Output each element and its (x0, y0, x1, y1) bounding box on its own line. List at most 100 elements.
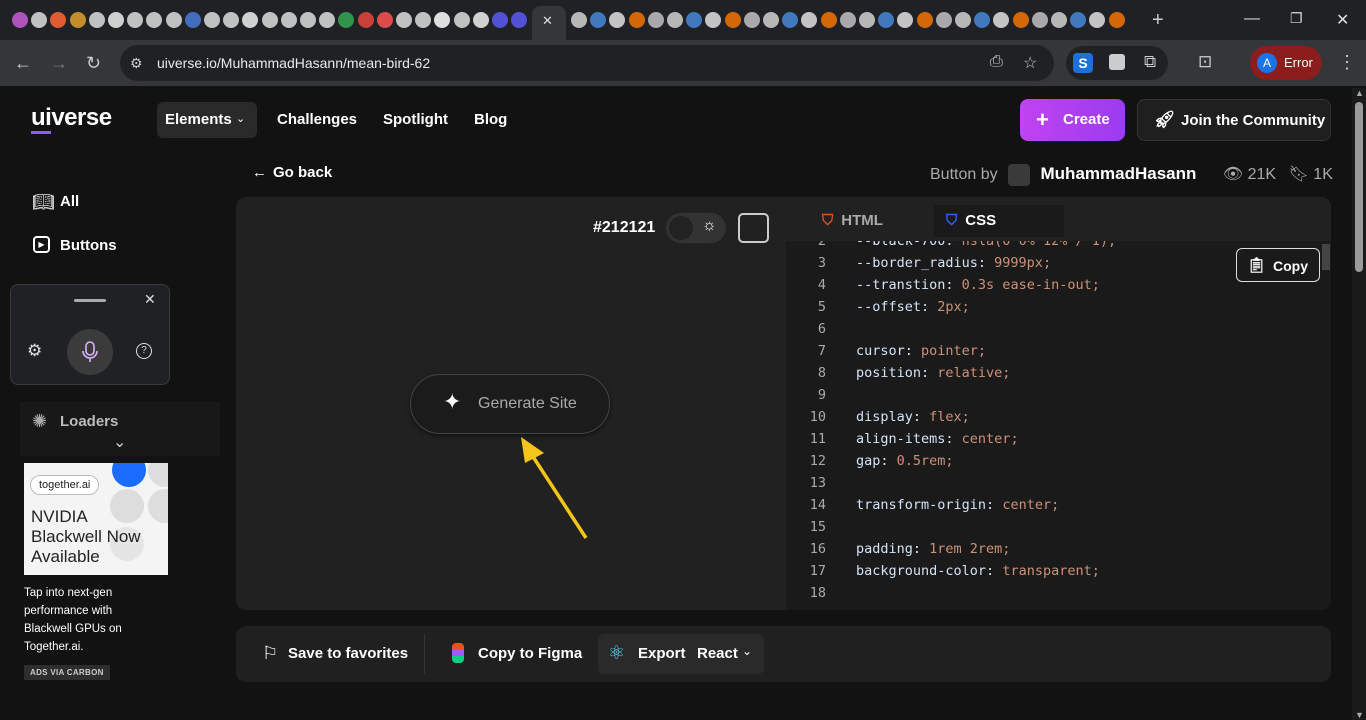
page-scrollbar[interactable]: ▲ ▼ (1352, 88, 1366, 720)
tab-favicon[interactable] (859, 12, 875, 28)
tab-favicon[interactable] (993, 12, 1010, 28)
nav-spotlight[interactable]: Spotlight (383, 111, 448, 128)
window-close-icon[interactable]: ✕ (1336, 10, 1349, 30)
tab-favicon[interactable] (571, 12, 587, 28)
tab-favicon[interactable] (184, 12, 201, 28)
tab-favicon[interactable] (820, 12, 837, 28)
tab-favicon[interactable] (686, 12, 703, 28)
tab-favicon[interactable] (801, 12, 818, 28)
ad-image[interactable]: together.ai NVIDIA Blackwell Now Availab… (24, 463, 168, 575)
help-icon[interactable]: ? (136, 343, 152, 359)
sidebar-expand-chevron-icon[interactable]: ⌄ (113, 432, 126, 452)
tab-favicon[interactable] (1108, 12, 1125, 28)
install-app-icon[interactable]: ⎙ (990, 53, 1003, 71)
tab-favicon[interactable] (724, 12, 741, 28)
forward-arrow-icon[interactable]: → (50, 54, 68, 72)
tab-favicon[interactable] (357, 12, 374, 28)
sidebar-item-buttons[interactable]: Buttons (60, 237, 117, 254)
tab-favicon[interactable] (108, 12, 124, 28)
tab-favicon[interactable] (667, 12, 683, 28)
drag-handle[interactable] (74, 299, 106, 302)
tab-favicon[interactable] (280, 12, 297, 28)
tab-favicon[interactable] (590, 12, 607, 28)
nav-blog[interactable]: Blog (474, 111, 507, 128)
sidebar-item-all[interactable]: All (60, 193, 79, 210)
tab-favicon[interactable] (69, 12, 86, 28)
tab-favicon[interactable] (12, 12, 28, 28)
tab-favicon[interactable] (878, 12, 895, 28)
url-text[interactable]: uiverse.io/MuhammadHasann/mean-bird-62 (157, 55, 430, 71)
minimize-icon[interactable]: — (1244, 10, 1260, 28)
tab-favicon[interactable] (743, 12, 760, 28)
back-arrow-icon[interactable]: ← (14, 54, 32, 72)
tab-favicon[interactable] (609, 12, 626, 28)
create-button[interactable]: + Create (1020, 99, 1125, 141)
tab-favicon[interactable] (492, 12, 508, 28)
reading-mode-icon[interactable]: ⊡ (1198, 52, 1212, 72)
framework-select[interactable]: React (697, 645, 738, 662)
tab-close-icon[interactable]: ✕ (542, 13, 553, 29)
tab-favicon[interactable] (1051, 12, 1067, 28)
tab-favicon[interactable] (782, 12, 799, 28)
author-name[interactable]: MuhammadHasann (1041, 164, 1197, 183)
tab-favicon[interactable] (88, 12, 105, 28)
tab-favicon[interactable] (1012, 12, 1029, 28)
tab-favicon[interactable] (319, 12, 336, 28)
tab-favicon[interactable] (955, 12, 971, 28)
tab-favicon[interactable] (897, 12, 914, 28)
go-back-link[interactable]: ← Go back (252, 164, 332, 181)
tab-favicon[interactable] (453, 12, 470, 28)
tab-favicon[interactable] (472, 12, 489, 28)
tab-favicon[interactable] (204, 12, 220, 28)
author-avatar[interactable] (1008, 164, 1031, 186)
copy-to-figma-button[interactable]: Copy to Figma (478, 645, 582, 662)
active-tab[interactable]: ✕ (532, 6, 566, 40)
tab-favicon[interactable] (338, 12, 355, 28)
background-color-swatch[interactable] (738, 213, 769, 243)
tab-favicon[interactable] (647, 12, 664, 28)
tab-favicon[interactable] (165, 12, 182, 28)
restore-icon[interactable]: ❐ (1290, 10, 1303, 27)
tab-favicon[interactable] (511, 12, 528, 28)
tab-favicon[interactable] (242, 12, 259, 28)
gear-icon[interactable]: ⚙ (27, 341, 42, 361)
tab-favicon[interactable] (1089, 12, 1106, 28)
tab-favicon[interactable] (916, 12, 933, 28)
nav-elements[interactable]: Elements (165, 111, 232, 128)
address-bar[interactable]: ⚙ uiverse.io/MuhammadHasann/mean-bird-62… (120, 45, 1054, 81)
tab-favicon[interactable] (146, 12, 163, 28)
tab-favicon[interactable] (300, 12, 316, 28)
page-scroll-thumb[interactable] (1355, 102, 1363, 272)
tab-favicon[interactable] (223, 12, 240, 28)
tab-favicon[interactable] (376, 12, 393, 28)
profile-button[interactable]: A Error (1250, 46, 1322, 80)
generate-site-button[interactable]: ✦ Generate Site (410, 374, 610, 434)
code-scrollbar[interactable] (1322, 244, 1330, 270)
uiverse-logo[interactable]: uiverse (31, 104, 112, 134)
join-community-button[interactable]: 🚀︎ Join the Community (1137, 99, 1331, 141)
sidebar-item-loaders[interactable]: Loaders (60, 413, 118, 430)
tab-css[interactable]: ⛉ CSS (934, 205, 1064, 237)
tab-favicon[interactable] (839, 12, 856, 28)
tab-favicon[interactable] (50, 12, 67, 28)
tab-html[interactable]: ⛉ HTML (810, 205, 895, 237)
tab-favicon[interactable] (763, 12, 779, 28)
extension-s-icon[interactable]: S (1073, 53, 1093, 73)
extension-box-icon[interactable] (1109, 54, 1125, 70)
scroll-down-icon[interactable]: ▼ (1355, 710, 1364, 720)
theme-toggle[interactable]: ☼ (666, 213, 726, 243)
extensions-puzzle-icon[interactable]: ⧉ (1144, 52, 1156, 72)
reload-icon[interactable]: ↻ (86, 54, 101, 72)
tab-favicon[interactable] (396, 12, 412, 28)
tab-favicon[interactable] (1070, 12, 1087, 28)
background-hex[interactable]: #212121 (593, 219, 655, 237)
tab-favicon[interactable] (935, 12, 952, 28)
tab-favicon[interactable] (705, 12, 722, 28)
browser-menu-icon[interactable]: ⋮ (1338, 52, 1356, 73)
tab-favicon[interactable] (31, 12, 48, 28)
new-tab-button[interactable]: + (1152, 10, 1164, 30)
save-to-favorites-button[interactable]: Save to favorites (288, 645, 408, 662)
code-editor[interactable]: 2 --black-700: hsla(0 0% 12% / 1); 3 --bord… (786, 241, 1331, 604)
bookmark-star-icon[interactable]: ☆ (1023, 53, 1037, 73)
close-icon[interactable]: ✕ (144, 291, 156, 308)
